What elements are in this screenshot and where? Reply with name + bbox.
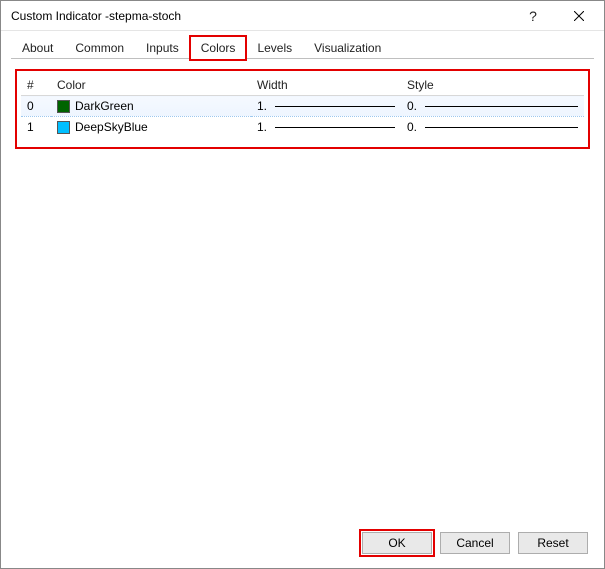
tab-label: About bbox=[22, 41, 53, 55]
table-header-row: # Color Width Style bbox=[21, 75, 584, 96]
dialog-window: Custom Indicator - stepma-stoch ? About … bbox=[0, 0, 605, 569]
table-row[interactable]: 0 DarkGreen 1. bbox=[21, 96, 584, 117]
style-value: 0. bbox=[407, 99, 421, 113]
style-cell: 0. bbox=[407, 120, 578, 134]
color-swatch bbox=[57, 121, 70, 134]
width-cell: 1. bbox=[257, 120, 395, 134]
line-sample-icon bbox=[275, 106, 395, 107]
cancel-button[interactable]: Cancel bbox=[440, 532, 510, 554]
tab-label: Common bbox=[75, 41, 124, 55]
reset-button[interactable]: Reset bbox=[518, 532, 588, 554]
button-label: Cancel bbox=[456, 536, 493, 550]
button-label: OK bbox=[388, 536, 405, 550]
tab-baseline bbox=[11, 58, 594, 59]
close-icon bbox=[574, 11, 584, 21]
tab-label: Visualization bbox=[314, 41, 381, 55]
col-header-style[interactable]: Style bbox=[401, 75, 584, 96]
cell-index: 1 bbox=[21, 117, 51, 138]
line-sample-icon bbox=[425, 106, 578, 107]
width-value: 1. bbox=[257, 120, 271, 134]
cell-style[interactable]: 0. bbox=[401, 96, 584, 117]
tab-levels[interactable]: Levels bbox=[246, 36, 303, 60]
colors-panel: # Color Width Style 0 DarkGreen bbox=[15, 69, 590, 149]
width-value: 1. bbox=[257, 99, 271, 113]
tab-about[interactable]: About bbox=[11, 36, 64, 60]
color-name: DeepSkyBlue bbox=[75, 120, 148, 134]
style-cell: 0. bbox=[407, 99, 578, 113]
dialog-footer: OK Cancel Reset bbox=[1, 522, 604, 568]
table-row[interactable]: 1 DeepSkyBlue 1. bbox=[21, 117, 584, 138]
tab-label: Levels bbox=[257, 41, 292, 55]
cell-color[interactable]: DeepSkyBlue bbox=[51, 117, 251, 138]
col-header-index[interactable]: # bbox=[21, 75, 51, 96]
cell-width[interactable]: 1. bbox=[251, 96, 401, 117]
colors-table: # Color Width Style 0 DarkGreen bbox=[21, 75, 584, 137]
col-header-color[interactable]: Color bbox=[51, 75, 251, 96]
tab-bar: About Common Inputs Colors Levels Visual… bbox=[1, 31, 604, 59]
tab-label: Colors bbox=[201, 41, 236, 55]
ok-button[interactable]: OK bbox=[362, 532, 432, 554]
window-title: Custom Indicator - stepma-stoch bbox=[11, 9, 510, 23]
line-sample-icon bbox=[425, 127, 578, 128]
tab-common[interactable]: Common bbox=[64, 36, 135, 60]
close-button[interactable] bbox=[556, 1, 602, 30]
col-header-width[interactable]: Width bbox=[251, 75, 401, 96]
title-indicator-name: stepma-stoch bbox=[109, 9, 181, 23]
help-icon: ? bbox=[529, 8, 537, 24]
titlebar: Custom Indicator - stepma-stoch ? bbox=[1, 1, 604, 31]
width-cell: 1. bbox=[257, 99, 395, 113]
style-value: 0. bbox=[407, 120, 421, 134]
color-cell: DeepSkyBlue bbox=[57, 120, 245, 134]
tab-content: # Color Width Style 0 DarkGreen bbox=[1, 59, 604, 522]
button-label: Reset bbox=[537, 536, 568, 550]
tab-colors[interactable]: Colors bbox=[190, 36, 247, 60]
tab-visualization[interactable]: Visualization bbox=[303, 36, 392, 60]
line-sample-icon bbox=[275, 127, 395, 128]
cell-style[interactable]: 0. bbox=[401, 117, 584, 138]
color-swatch bbox=[57, 100, 70, 113]
cell-width[interactable]: 1. bbox=[251, 117, 401, 138]
tab-inputs[interactable]: Inputs bbox=[135, 36, 190, 60]
titlebar-controls: ? bbox=[510, 1, 602, 30]
cell-color[interactable]: DarkGreen bbox=[51, 96, 251, 117]
tab-label: Inputs bbox=[146, 41, 179, 55]
color-cell: DarkGreen bbox=[57, 99, 245, 113]
cell-index: 0 bbox=[21, 96, 51, 117]
help-button[interactable]: ? bbox=[510, 1, 556, 30]
color-name: DarkGreen bbox=[75, 99, 134, 113]
title-prefix: Custom Indicator - bbox=[11, 9, 109, 23]
